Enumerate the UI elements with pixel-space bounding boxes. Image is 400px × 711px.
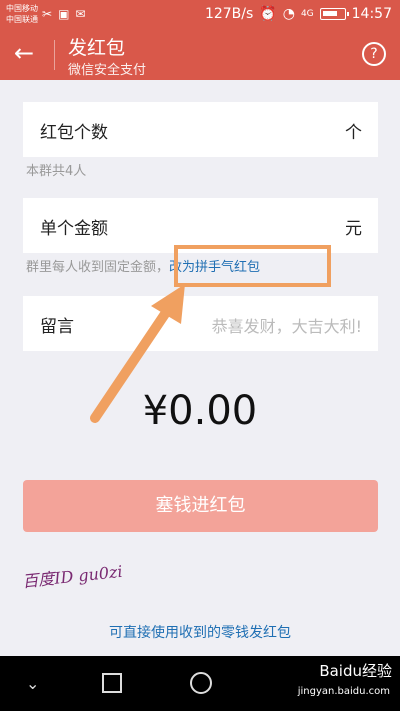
count-label: 红包个数 [40, 123, 108, 143]
amount-unit: 元 [345, 219, 362, 239]
page-subtitle: 微信安全支付 [68, 63, 147, 78]
network-type: 4G [300, 9, 314, 19]
alarm-icon: ⏰ [259, 6, 277, 22]
watermark: 百度ID gu0zi [21, 561, 124, 592]
help-icon[interactable]: ? [362, 42, 386, 66]
nav-back-icon[interactable]: ⌄ [26, 674, 39, 693]
count-hint: 本群共4人 [26, 164, 87, 179]
message-placeholder: 恭喜发财，大吉大利! [211, 317, 362, 336]
jingyan-url: jingyan.baidu.com [297, 686, 390, 697]
status-time: 14:57 [351, 6, 392, 22]
jingyan-logo: Baidu经验 [319, 662, 392, 680]
message-label: 留言 [40, 317, 74, 337]
nav-recent-icon[interactable] [102, 673, 122, 693]
status-bar: 中国移动 中国联通 ✂ ▣ ✉ 127B/s ⏰ ◔ 4G 14:57 [0, 0, 400, 30]
count-unit: 个 [345, 123, 362, 143]
net-speed: 127B/s [204, 6, 254, 22]
signal-icon: ✂ [42, 7, 53, 21]
wifi-icon: ◔ [282, 6, 295, 22]
use-change-link[interactable]: 可直接使用收到的零钱发红包 [0, 622, 400, 642]
page-title: 发红包 [68, 37, 126, 59]
message-field[interactable]: 留言 恭喜发财，大吉大利! [23, 296, 378, 351]
amount-label: 单个金额 [40, 219, 108, 239]
app-bar: ← 发红包 微信安全支付 ? [0, 30, 400, 80]
carrier-info: 中国移动 中国联通 [6, 4, 38, 24]
submit-button[interactable]: 塞钱进红包 [23, 480, 378, 532]
image-icon: ▣ [58, 7, 70, 21]
nav-home-icon[interactable] [190, 672, 212, 694]
nav-bar: ⌄ Baidu经验 jingyan.baidu.com [0, 656, 400, 711]
highlight-box [174, 245, 331, 287]
back-arrow-icon[interactable]: ← [14, 40, 40, 66]
appbar-divider [54, 40, 55, 70]
notification-icon: ✉ [75, 7, 86, 21]
battery-icon [319, 8, 349, 20]
count-field[interactable]: 红包个数 个 [23, 102, 378, 157]
total-amount: ¥0.00 [142, 388, 258, 434]
